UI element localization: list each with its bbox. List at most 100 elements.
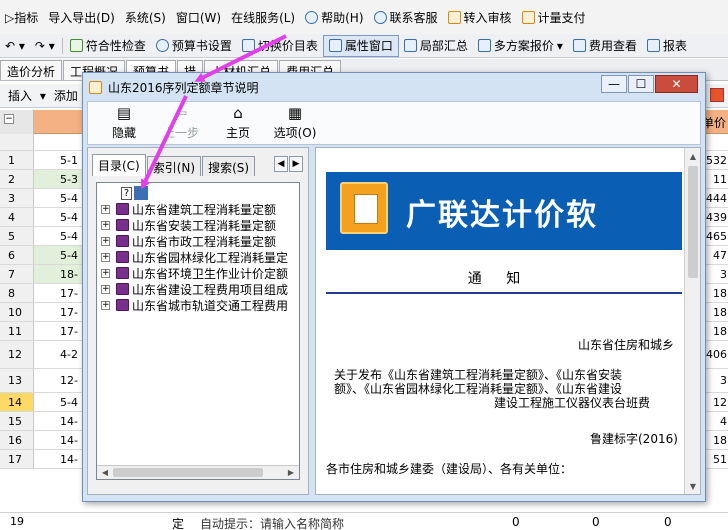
- hide-button[interactable]: ▤ 隐藏: [96, 105, 152, 141]
- tree-item[interactable]: + 山东省市政工程消耗量定额: [101, 233, 276, 249]
- row-number: 10: [0, 303, 34, 321]
- budget-settings-button[interactable]: 预算书设置: [151, 35, 237, 57]
- menu-help-label: 帮助(H): [321, 10, 364, 25]
- maximize-button[interactable]: ☐: [628, 75, 654, 93]
- scroll-thumb[interactable]: [113, 468, 263, 477]
- tree-item[interactable]: + 山东省城市轨道交通工程费用: [101, 297, 288, 313]
- menu-transfer-label: 转入审核: [463, 10, 512, 25]
- view-fees-button[interactable]: 费用查看: [568, 35, 642, 57]
- row-autocomplete-hint[interactable]: 自动提示：请输入名称简称: [200, 515, 344, 530]
- row-number: 11: [0, 322, 34, 340]
- home-label: 主页: [225, 126, 250, 140]
- undo-button[interactable]: ↶ ▾: [0, 35, 30, 57]
- book-icon: [116, 299, 129, 311]
- scroll-down-icon[interactable]: ▼: [687, 480, 699, 492]
- tree-item[interactable]: + 山东省安装工程消耗量定额: [101, 217, 276, 233]
- switch-icon: [241, 39, 255, 52]
- redo-button[interactable]: ↷ ▾: [30, 35, 60, 57]
- multi-plan-quote-button[interactable]: 多方案报价 ▾: [473, 35, 568, 57]
- close-button[interactable]: ✕: [655, 75, 698, 93]
- help-book-icon: [89, 80, 102, 94]
- row-code: 4-2: [60, 348, 78, 361]
- navigation-tabs: 目录(C) 索引(N) 搜索(S): [92, 154, 256, 176]
- menu-help[interactable]: 帮助(H): [300, 9, 368, 26]
- tree-item[interactable]: + 山东省建筑工程消耗量定额: [101, 201, 276, 217]
- book-icon: [116, 283, 129, 295]
- scroll-left-icon[interactable]: ◀: [99, 467, 111, 478]
- tree-root-item[interactable]: ?: [101, 185, 148, 201]
- row-number: 16: [0, 431, 34, 449]
- summary-icon: [403, 39, 417, 52]
- expand-icon[interactable]: +: [101, 252, 110, 262]
- insert-label: 插入: [8, 89, 33, 103]
- document-pane: 广联达计价软 通 知 山东省住房和城乡 关于发布《山东省建筑工程消耗量定额》、《…: [315, 147, 701, 495]
- tree-item[interactable]: + 山东省园林绿化工程消耗量定: [101, 249, 288, 265]
- document-line-3: 建设工程施工仪器仪表台班费: [494, 396, 651, 410]
- tab-scroll-left-icon[interactable]: ◀: [274, 156, 288, 172]
- notice-divider: [326, 292, 682, 294]
- tab-index[interactable]: 索引(N): [146, 156, 202, 176]
- back-button[interactable]: ⇦ 上一步: [153, 105, 209, 141]
- tab-cost-analysis[interactable]: 造价分析: [0, 60, 63, 80]
- row-number: 14: [0, 393, 34, 411]
- menu-contact-label: 联系客服: [389, 10, 438, 25]
- budget-settings-label: 预算书设置: [171, 39, 232, 53]
- row-number: 19: [10, 515, 24, 528]
- partial-summary-button[interactable]: 局部汇总: [399, 35, 473, 57]
- tab-scroll-right-icon[interactable]: ▶: [289, 156, 303, 172]
- compliance-check-button[interactable]: 符合性检查: [65, 35, 151, 57]
- row-number: 1: [0, 151, 34, 169]
- insert-button[interactable]: 插入 ▾: [0, 87, 50, 104]
- tree-item-label: 山东省环境卫生作业计价定额: [132, 266, 289, 281]
- hide-label: 隐藏: [111, 126, 136, 140]
- tree-item-label: 山东省市政工程消耗量定额: [132, 234, 277, 249]
- menu-system[interactable]: 系统(S): [120, 9, 171, 26]
- menu-indicator[interactable]: ▷指标: [0, 9, 43, 26]
- tree-horizontal-scrollbar[interactable]: ◀ ▶: [97, 465, 299, 479]
- home-button[interactable]: ⌂ 主页: [210, 105, 266, 141]
- report-label: 报表: [662, 39, 687, 53]
- minimize-button[interactable]: —: [601, 75, 627, 93]
- expand-icon[interactable]: +: [101, 220, 110, 230]
- report-button[interactable]: 报表: [642, 35, 692, 57]
- document-vertical-scrollbar[interactable]: ▲ ▼: [684, 148, 700, 494]
- menu-window[interactable]: 窗口(W): [171, 9, 226, 26]
- main-toolbar: ↶ ▾ ↷ ▾ 符合性检查 预算书设置 切换价目表 属性窗口 局部汇总 多方案报…: [0, 34, 728, 58]
- navigation-pane: 目录(C) 索引(N) 搜索(S) ◀ ▶ ? + 山东省建筑工程消耗量定额 + 山东…: [87, 147, 309, 495]
- issuer-text: 山东省住房和城乡: [578, 338, 675, 352]
- row-code: 5-4: [60, 191, 78, 205]
- scroll-right-icon[interactable]: ▶: [285, 467, 297, 478]
- tree-item[interactable]: + 山东省环境卫生作业计价定额: [101, 265, 288, 281]
- menu-contact-support[interactable]: 联系客服: [369, 9, 443, 26]
- add-button[interactable]: 添加: [50, 87, 82, 104]
- menu-import-export[interactable]: 导入导出(D): [43, 9, 120, 26]
- row-type: 定: [172, 517, 185, 530]
- expand-icon[interactable]: +: [101, 284, 110, 294]
- banner-text: 广联达计价软: [406, 198, 598, 233]
- table-row[interactable]: 19 定 自动提示：请输入名称简称 0 0 0: [0, 512, 728, 530]
- tab-contents[interactable]: 目录(C): [92, 154, 146, 176]
- tree-item[interactable]: + 山东省建设工程费用项目组成: [101, 281, 288, 297]
- row-code: 5-4: [60, 395, 78, 409]
- property-window-button[interactable]: 属性窗口: [322, 34, 399, 57]
- document-scroll-thumb[interactable]: [688, 166, 698, 278]
- row-number: 5: [0, 227, 34, 245]
- options-button[interactable]: ▦ 选项(O): [267, 105, 323, 141]
- tab-search[interactable]: 搜索(S): [202, 156, 256, 176]
- expand-icon[interactable]: +: [101, 300, 110, 310]
- paint-icon[interactable]: [710, 88, 724, 102]
- expand-icon[interactable]: +: [101, 236, 110, 246]
- book-icon: [116, 219, 129, 231]
- menu-measure-pay[interactable]: 计量支付: [517, 9, 591, 26]
- row-value-1: 0: [512, 515, 520, 529]
- tab-scroll-arrows: ◀ ▶: [274, 156, 303, 172]
- dialog-titlebar[interactable]: 山东2016序列定额章节说明 — ☐ ✕: [83, 73, 705, 101]
- switch-pricelist-button[interactable]: 切换价目表: [237, 35, 323, 57]
- menu-online-service[interactable]: 在线服务(L): [226, 9, 300, 26]
- expand-icon[interactable]: +: [101, 268, 110, 278]
- collapse-icon[interactable]: −: [4, 114, 14, 124]
- scroll-up-icon[interactable]: ▲: [687, 150, 699, 162]
- expand-icon[interactable]: +: [101, 204, 110, 214]
- menu-transfer-review[interactable]: 转入审核: [443, 9, 517, 26]
- notice-title: 通 知: [467, 271, 531, 287]
